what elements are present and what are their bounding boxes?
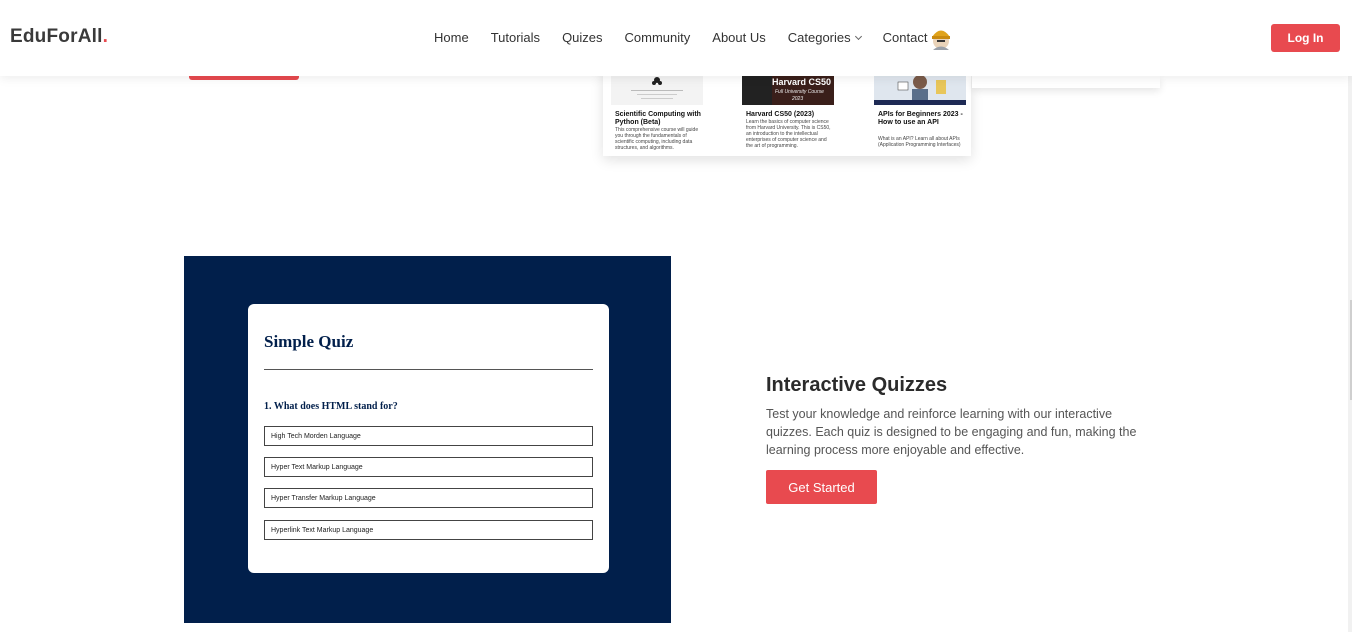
nav-community[interactable]: Community [625,30,691,45]
nav-about-us[interactable]: About Us [712,30,765,45]
feature-description: Test your knowledge and reinforce learni… [766,407,1137,457]
chevron-down-icon [854,32,862,40]
quiz-option[interactable]: Hyper Text Markup Language [264,457,593,477]
thumb-subtitle: Full University Course [775,89,824,95]
course-title[interactable]: Scientific Computing with Python (Beta) [615,111,705,127]
user-avatar-icon[interactable] [930,26,952,50]
nav-home[interactable]: Home [434,30,469,45]
course-description: Learn the basics of computer science fro… [746,119,831,149]
quiz-option[interactable]: Hyperlink Text Markup Language [264,520,593,540]
logo-dot: . [102,26,109,47]
nav-tutorials[interactable]: Tutorials [491,30,540,45]
divider [264,369,593,370]
nav-categories-label: Categories [787,30,851,45]
feature-title: Interactive Quizzes [766,374,948,396]
course-description: This comprehensive course will guide you… [615,127,699,151]
quiz-option[interactable]: Hyper Transfer Markup Language [264,488,593,508]
site-header: EduForAll. Home Tutorials Quizes Communi… [0,0,1352,76]
main-nav: Home Tutorials Quizes Community About Us… [434,30,949,45]
nav-quizes[interactable]: Quizes [562,30,602,45]
quiz-option[interactable]: High Tech Morden Language [264,426,593,446]
course-title[interactable]: Harvard CS50 (2023) [746,111,836,119]
nav-categories[interactable]: Categories [787,30,862,45]
login-button[interactable]: Log In [1271,24,1340,52]
logo[interactable]: EduForAll. [10,26,108,48]
thumb-title: Harvard CS50 [772,77,831,87]
get-started-button[interactable]: Get Started [766,470,877,504]
quiz-preview-image: Simple Quiz 1. What does HTML stand for?… [184,256,671,623]
page: Scientific Computing with Python (Beta) … [0,0,1352,632]
course-description: What is an API? Learn all about APIs (Ap… [878,136,961,148]
logo-text: EduForAll [10,26,103,47]
quiz-card: Simple Quiz 1. What does HTML stand for?… [248,304,609,573]
quiz-question: 1. What does HTML stand for? [264,401,398,412]
nav-contact[interactable]: Contact [883,30,928,45]
thumb-year: 2023 [791,96,803,102]
course-title[interactable]: APIs for Beginners 2023 - How to use an … [878,111,968,127]
quiz-title: Simple Quiz [264,332,354,351]
partial-card [972,76,1160,88]
